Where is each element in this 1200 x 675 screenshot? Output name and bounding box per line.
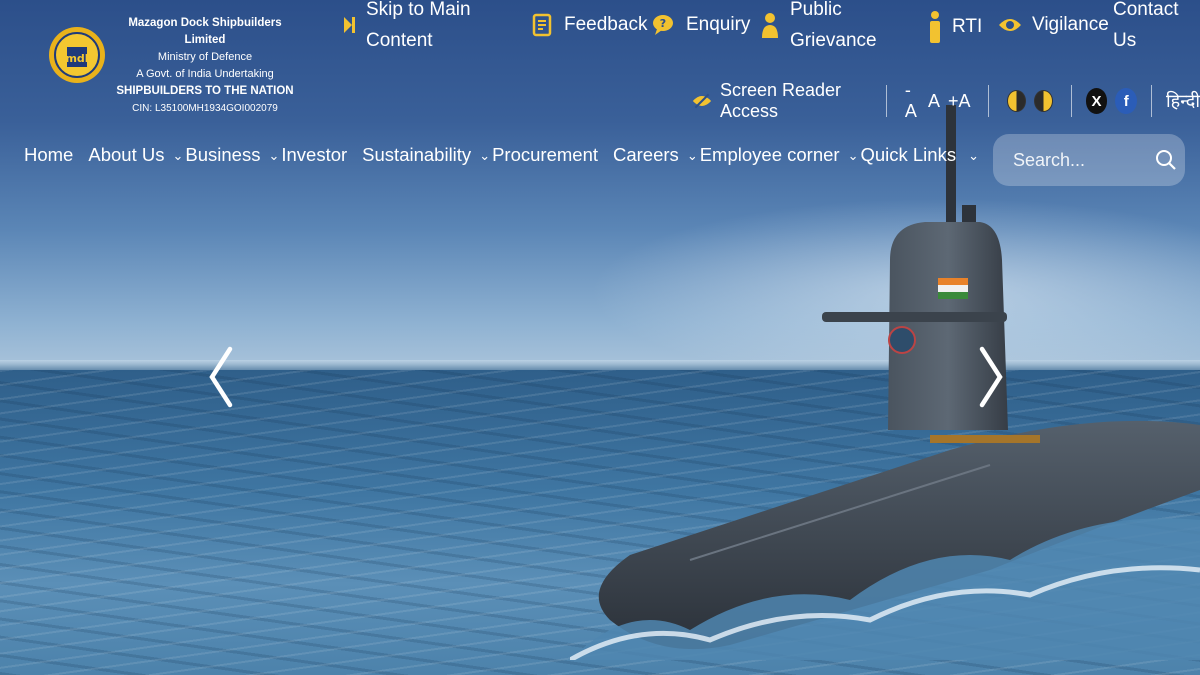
screen-reader-icon [692, 93, 712, 109]
chevron-down-icon: ⌄ [686, 148, 698, 163]
contact-label-line2: Us [1113, 30, 1137, 51]
rti-icon [930, 11, 940, 43]
nav-sustainability[interactable]: Sustainability ⌄ [362, 144, 492, 166]
nav-careers-label: Careers [613, 144, 679, 165]
main-nav: Home About Us ⌄ Business ⌄ Investor Sustai… [24, 144, 981, 166]
contrast-high-button[interactable] [1034, 90, 1053, 112]
skip-to-content-link[interactable]: Skip to Main Content [342, 0, 471, 56]
org-info: Mazagon Dock Shipbuilders Limited Minist… [112, 15, 298, 117]
skip-label-line2: Content [366, 30, 433, 51]
nav-business-label: Business [185, 144, 261, 165]
public-grievance-link[interactable]: Public Grievance [760, 0, 877, 56]
tagline: SHIPBUILDERS TO THE NATION [116, 85, 294, 97]
vigilance-label: Vigilance [1032, 14, 1109, 35]
search-icon[interactable] [1155, 149, 1177, 171]
feedback-icon [532, 13, 552, 37]
enquiry-link[interactable]: ? Enquiry [652, 10, 750, 40]
hindi-language-link[interactable]: हिन्दी [1166, 89, 1200, 113]
divider [1151, 85, 1153, 117]
chevron-down-icon: ⌄ [968, 148, 979, 163]
rti-label: RTI [952, 16, 983, 37]
chevron-down-icon: ⌄ [847, 148, 859, 163]
carousel-next-icon[interactable] [976, 345, 1006, 409]
skip-label-line1: Skip to Main [366, 0, 471, 20]
search-box [993, 134, 1185, 186]
contrast-default-button[interactable] [1007, 90, 1027, 112]
facebook-icon: f [1123, 92, 1129, 110]
page: mdl Mazagon Dock Shipbuilders Limited Mi… [0, 0, 1200, 675]
nav-investor[interactable]: Investor [281, 144, 347, 166]
nav-sustainability-label: Sustainability [362, 144, 472, 165]
accessibility-bar: Screen Reader Access -A A +A X f हिन्दी [692, 80, 1200, 121]
feedback-label: Feedback [564, 14, 648, 35]
chevron-down-icon: ⌄ [172, 148, 184, 163]
chevron-down-icon: ⌄ [268, 148, 280, 163]
font-decrease-button[interactable]: -A [905, 80, 920, 122]
divider [1070, 85, 1072, 117]
svg-text:mdl: mdl [65, 52, 88, 65]
ministry: Ministry of Defence [157, 51, 253, 63]
divider [988, 85, 990, 117]
nav-quick-links[interactable]: Quick Links ⌄ [860, 144, 981, 166]
nav-employee-corner-label: Employee corner [699, 144, 840, 165]
nav-business[interactable]: Business ⌄ [185, 144, 281, 166]
grievance-icon [762, 13, 778, 38]
font-increase-button[interactable]: +A [948, 91, 971, 112]
rti-link[interactable]: RTI [928, 10, 982, 44]
facebook-button[interactable]: f [1115, 88, 1138, 114]
eye-icon [999, 19, 1021, 31]
nav-home[interactable]: Home [24, 144, 73, 166]
nav-quick-links-label: Quick Links [860, 144, 957, 165]
enquiry-icon: ? [653, 15, 673, 35]
divider [886, 85, 887, 117]
font-normal-button[interactable]: A [928, 91, 940, 112]
twitter-x-button[interactable]: X [1085, 88, 1108, 114]
carousel-prev-icon[interactable] [206, 345, 236, 409]
mdl-logo: mdl [49, 27, 105, 83]
contact-label-line1: Contact [1113, 0, 1179, 20]
enquiry-label: Enquiry [686, 14, 751, 35]
feedback-link[interactable]: Feedback [532, 10, 647, 40]
nav-employee-corner[interactable]: Employee corner ⌄ [700, 144, 861, 166]
cin-number: CIN: L35100MH1934GOI002079 [132, 103, 278, 114]
contact-us-link[interactable]: Contact Us [1113, 0, 1178, 56]
skip-icon [344, 17, 355, 33]
org-name: Mazagon Dock Shipbuilders Limited [128, 17, 282, 46]
chevron-down-icon: ⌄ [479, 148, 491, 163]
nav-careers[interactable]: Careers ⌄ [613, 144, 700, 166]
undertaking: A Govt. of India Undertaking [136, 68, 274, 80]
search-input[interactable] [1011, 148, 1145, 172]
grievance-label-line2: Grievance [790, 30, 877, 51]
screen-reader-link[interactable]: Screen Reader Access [692, 80, 872, 122]
svg-text:?: ? [660, 17, 666, 30]
nav-about-us[interactable]: About Us ⌄ [88, 144, 185, 166]
nav-about-us-label: About Us [88, 144, 165, 165]
screen-reader-label: Screen Reader Access [719, 80, 842, 121]
nav-procurement[interactable]: Procurement [492, 144, 598, 166]
x-icon: X [1091, 92, 1102, 110]
grievance-label-line1: Public [790, 0, 842, 20]
vigilance-link[interactable]: Vigilance [998, 10, 1109, 40]
